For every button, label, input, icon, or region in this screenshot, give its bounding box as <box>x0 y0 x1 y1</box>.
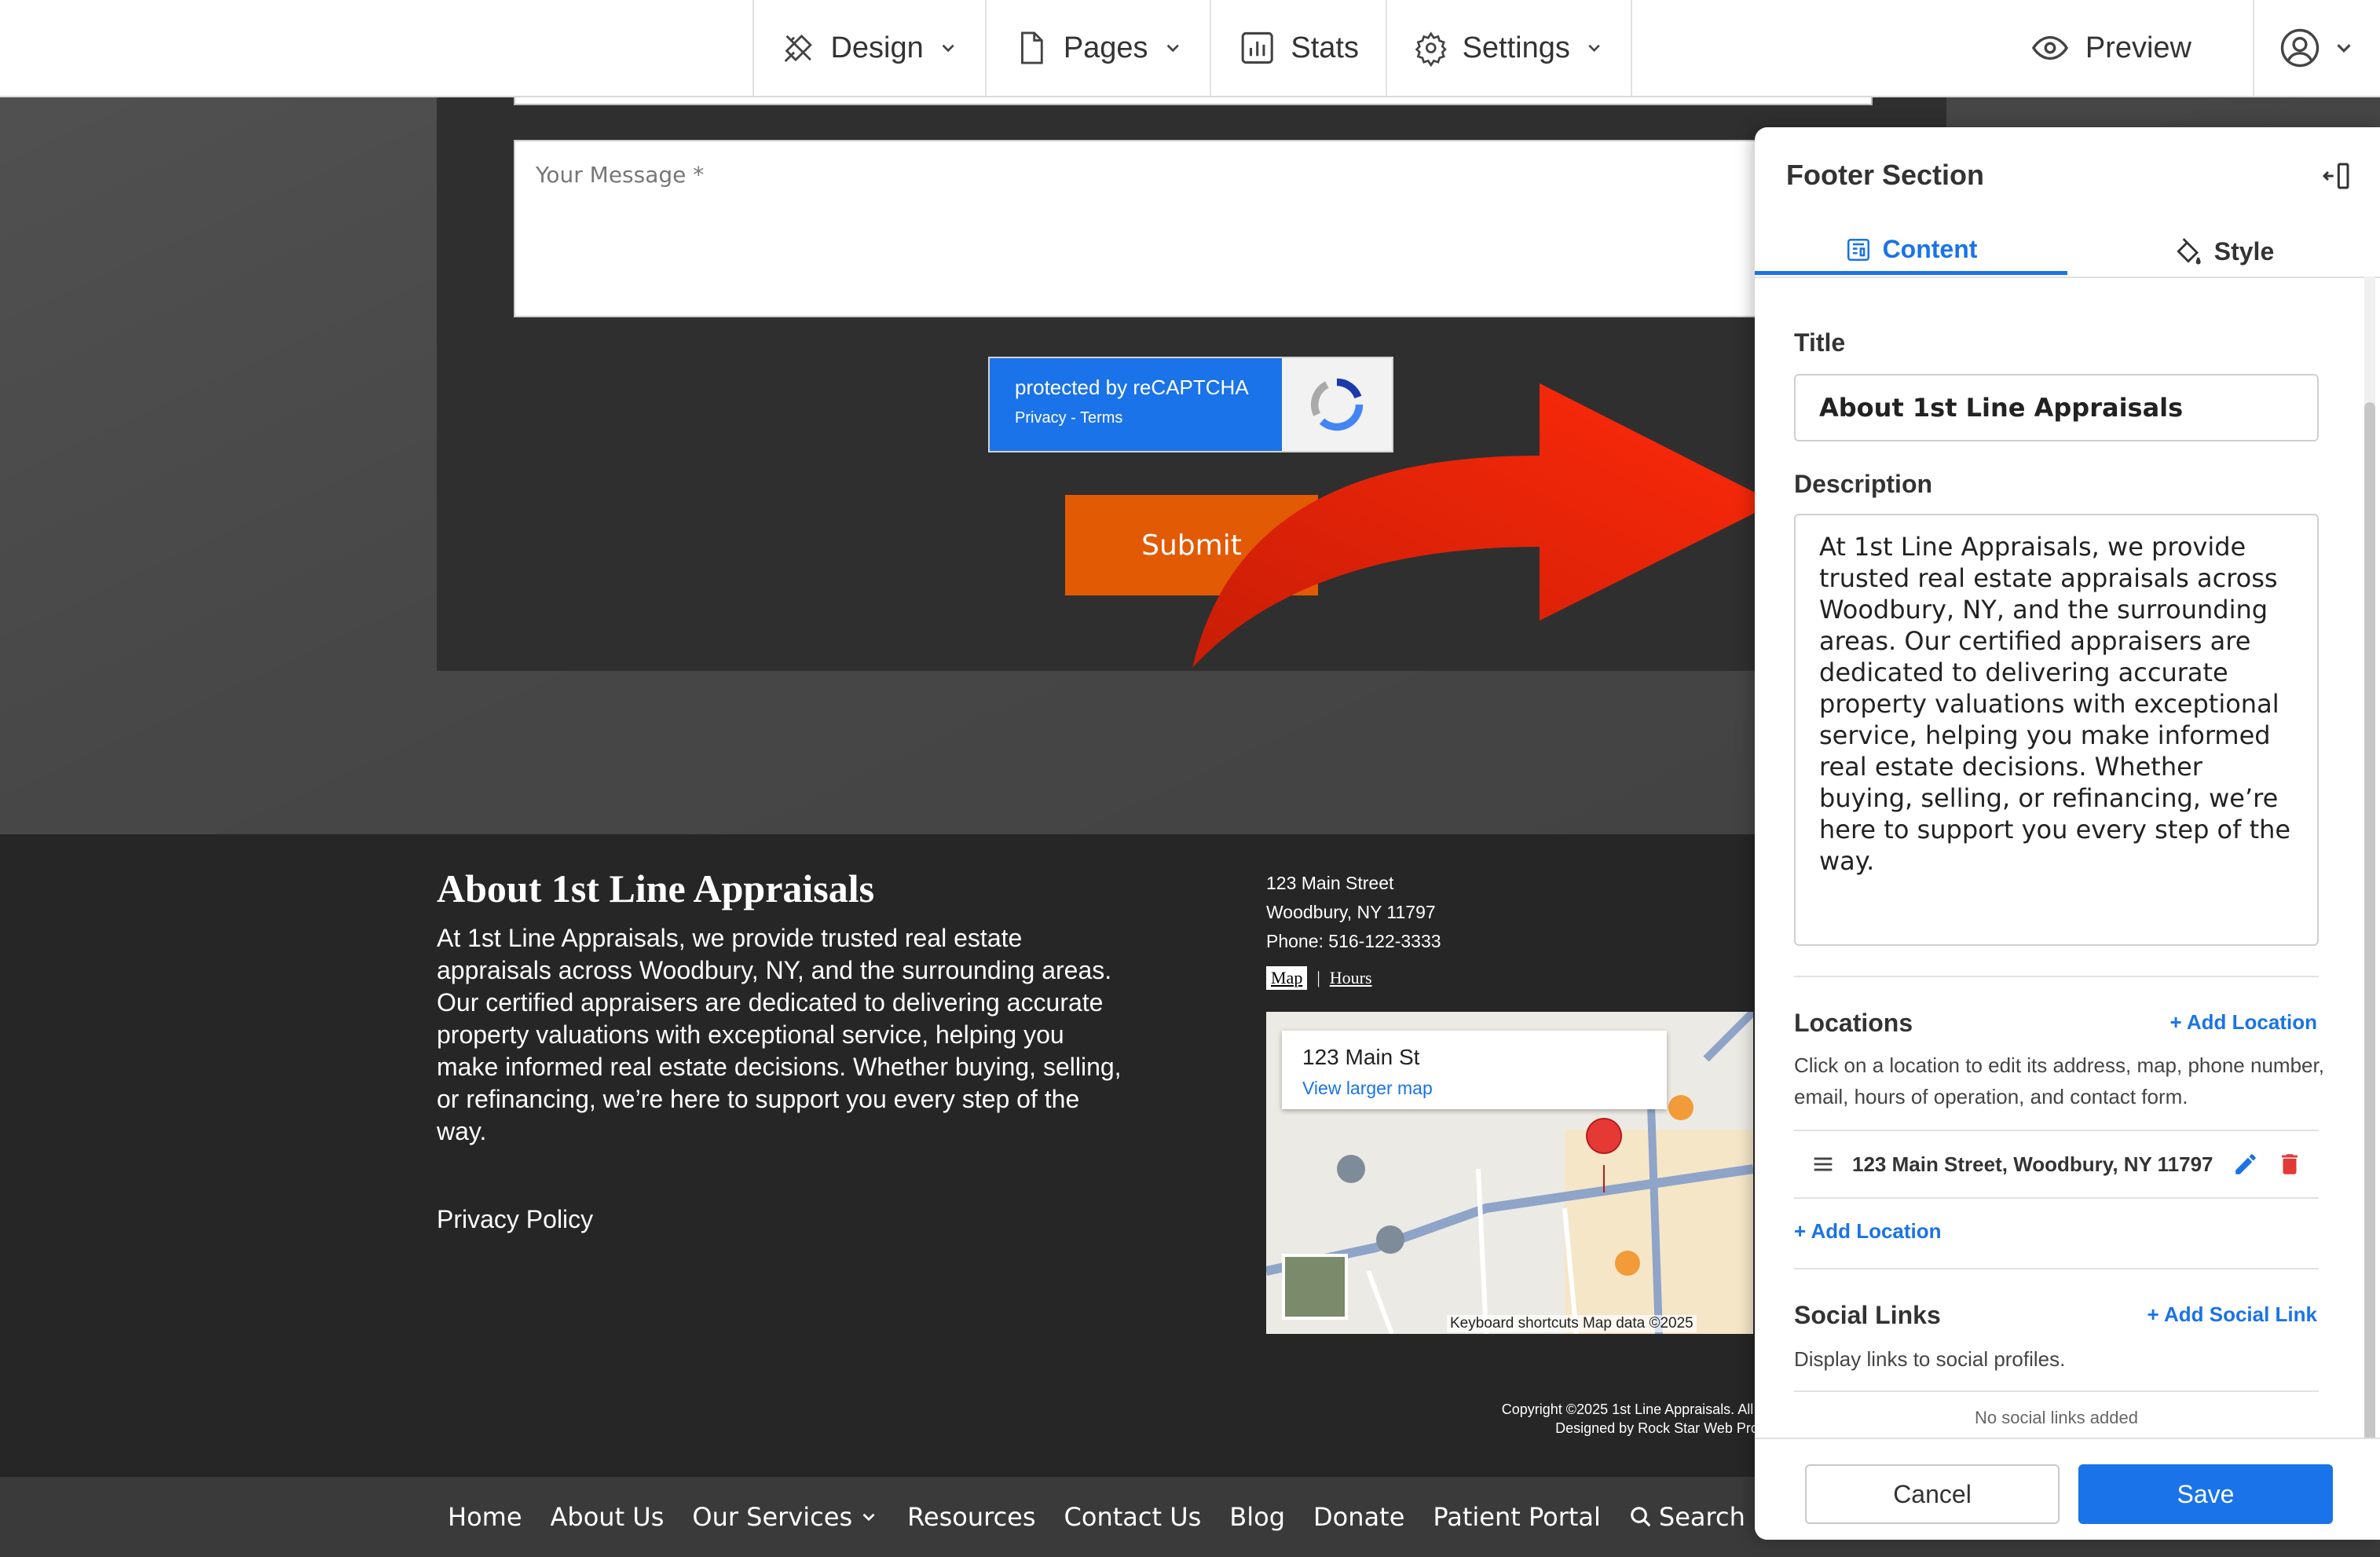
privacy-policy-link[interactable]: Privacy Policy <box>437 1205 593 1234</box>
description-label: Description <box>1794 470 1933 498</box>
add-social-link[interactable]: + Add Social Link <box>2147 1302 2317 1327</box>
menu-our-services[interactable]: Our Services <box>692 1502 879 1532</box>
menu-our-services-label: Our Services <box>692 1502 853 1532</box>
pages-menu-label: Pages <box>1063 31 1148 64</box>
map-info-card: 123 Main St View larger map <box>1282 1031 1667 1109</box>
collapse-sidebar-icon <box>2322 163 2349 189</box>
stats-menu[interactable]: Stats <box>1210 0 1386 96</box>
eye-icon <box>2031 35 2068 60</box>
trash-delete-icon[interactable] <box>2276 1151 2303 1178</box>
design-tools-icon <box>784 34 812 63</box>
social-help-text: Display links to social profiles. <box>1794 1347 2066 1371</box>
locations-label: Locations <box>1794 1009 1913 1037</box>
chevron-down-icon <box>2337 44 2351 53</box>
collapse-panel-button[interactable] <box>2320 160 2352 196</box>
message-textarea[interactable]: Your Message * <box>514 140 1869 317</box>
settings-menu[interactable]: Settings <box>1386 0 1632 96</box>
title-label: Title <box>1794 328 1846 357</box>
menu-home[interactable]: Home <box>448 1502 522 1532</box>
drag-handle-icon[interactable] <box>1810 1151 1836 1178</box>
preview-button[interactable]: Preview <box>2031 0 2191 96</box>
gear-icon <box>1415 31 1447 68</box>
add-location-link-bottom[interactable]: + Add Location <box>1794 1219 1942 1244</box>
preview-label: Preview <box>2085 31 2191 64</box>
locations-help-text: Click on a location to edit its address,… <box>1794 1053 2324 1108</box>
add-location-link-top[interactable]: + Add Location <box>2169 1010 2317 1035</box>
chevron-down-icon <box>862 1513 875 1522</box>
social-empty-text: No social links added <box>1975 1408 2138 1427</box>
map-tab[interactable]: Map <box>1266 966 1308 990</box>
menu-search[interactable]: Search <box>1629 1502 1745 1532</box>
top-navigation: Design Pages Stats Settings Preview <box>0 0 2380 97</box>
chevron-down-icon <box>1166 44 1179 53</box>
map-attribution: Keyboard shortcuts Map data ©2025 <box>1447 1315 1697 1332</box>
editor-tabs: Content Style <box>1755 228 2380 278</box>
location-list-item[interactable]: 123 Main Street, Woodbury, NY 11797 <box>1794 1130 2319 1199</box>
panel-scrollbar[interactable] <box>2364 277 2375 1447</box>
page-icon <box>1021 31 1043 64</box>
menu-donate[interactable]: Donate <box>1313 1502 1404 1532</box>
footer-title: About 1st Line Appraisals <box>437 866 875 910</box>
phone-number: Phone: 516-122-3333 <box>1266 931 1441 951</box>
map-hours-tabs: Map | Hours <box>1266 966 1372 990</box>
menu-contact-us[interactable]: Contact Us <box>1064 1502 1202 1532</box>
settings-menu-label: Settings <box>1462 31 1570 64</box>
tab-style[interactable]: Style <box>2067 228 2380 275</box>
user-avatar-icon <box>2280 28 2320 68</box>
footer-address: 123 Main Street Woodbury, NY 11797 Phone… <box>1266 869 1441 956</box>
menu-resources[interactable]: Resources <box>907 1502 1035 1532</box>
paint-bucket-icon <box>2177 238 2201 265</box>
map-card-title: 123 Main St <box>1302 1045 1420 1069</box>
divider <box>1794 1268 2319 1269</box>
description-textarea[interactable]: At 1st Line Appraisals, we provide trust… <box>1794 514 2319 946</box>
stats-chart-icon <box>1241 31 1273 64</box>
footer-description: At 1st Line Appraisals, we provide trust… <box>437 924 1122 1145</box>
location-item-label: 123 Main Street, Woodbury, NY 11797 <box>1852 1152 2213 1176</box>
design-menu-label: Design <box>830 31 924 64</box>
tab-content-label: Content <box>1882 235 1978 263</box>
tab-content[interactable]: Content <box>1755 228 2067 275</box>
menu-blog[interactable]: Blog <box>1229 1502 1285 1532</box>
tab-style-label: Style <box>2213 236 2275 266</box>
view-larger-map-link[interactable]: View larger map <box>1302 1078 1433 1099</box>
hours-tab[interactable]: Hours <box>1330 968 1372 988</box>
menu-patient-portal[interactable]: Patient Portal <box>1433 1502 1601 1532</box>
address-line-1: 123 Main Street <box>1266 873 1394 893</box>
menu-about-us[interactable]: About Us <box>551 1502 665 1532</box>
divider <box>1794 1390 2319 1392</box>
message-placeholder: Your Message * <box>536 162 705 188</box>
footer-section-editor: Footer Section Content Style Title About… <box>1755 127 2380 1540</box>
search-icon <box>1631 1507 1651 1527</box>
panel-title: Footer Section <box>1786 159 1985 191</box>
embedded-map[interactable]: 123 Main St View larger map Keyboard sho… <box>1266 1012 1753 1334</box>
address-line-2: Woodbury, NY 11797 <box>1266 902 1436 922</box>
pages-menu[interactable]: Pages <box>985 0 1210 96</box>
social-links-label: Social Links <box>1794 1301 1941 1329</box>
chevron-down-icon <box>942 44 954 53</box>
design-menu[interactable]: Design <box>752 0 985 96</box>
save-button[interactable]: Save <box>2078 1464 2333 1524</box>
chevron-down-icon <box>1588 44 1600 52</box>
red-arrow-annotation <box>1192 383 1775 668</box>
pencil-edit-icon[interactable] <box>2232 1151 2259 1178</box>
cancel-button[interactable]: Cancel <box>1805 1464 2060 1524</box>
content-layout-icon <box>1847 238 1869 261</box>
panel-footer: Cancel Save <box>1755 1438 2380 1540</box>
account-menu[interactable] <box>2253 0 2380 96</box>
title-input[interactable]: About 1st Line Appraisals <box>1794 374 2319 441</box>
stats-menu-label: Stats <box>1291 31 1359 64</box>
menu-search-label: Search <box>1658 1502 1745 1532</box>
divider <box>1794 976 2319 977</box>
